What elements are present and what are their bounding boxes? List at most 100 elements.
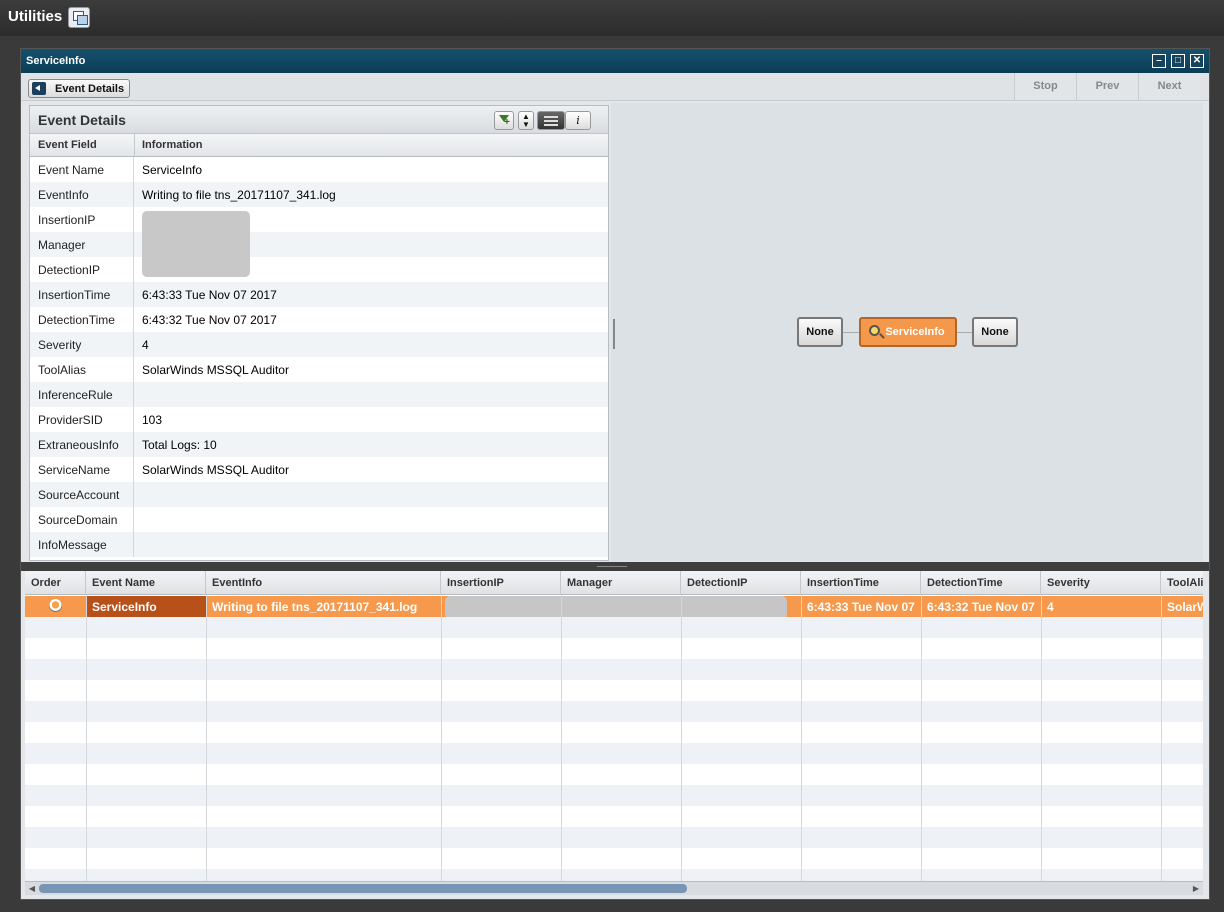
col-eventinfo[interactable]: EventInfo [206,571,441,595]
plus-icon: + [504,117,510,128]
sort-arrows-button[interactable]: ▲ ▼ [518,111,534,130]
col-event-name[interactable]: Event Name [86,571,206,595]
window-title-bar[interactable]: ServiceInfo – □ ✕ [21,49,1209,73]
utilities-windows-icon[interactable] [68,7,90,28]
cell-insertiontime: 6:43:33 Tue Nov 07 [807,600,915,614]
magnifier-icon [869,325,880,336]
field-value: Total Logs: 10 [142,438,217,452]
grid-column-line [1161,595,1162,881]
cell-event-name: ServiceInfo [86,596,206,617]
field-name: ServiceName [30,457,134,482]
stop-button[interactable]: Stop [1014,73,1076,100]
empty-row [25,785,1203,806]
graph-node-center[interactable]: ServiceInfo [859,317,957,347]
col-severity[interactable]: Severity [1041,571,1161,595]
detail-row[interactable]: Event Name ServiceInfo [30,157,608,182]
minimize-button[interactable]: – [1152,54,1166,68]
empty-row [25,806,1203,827]
field-name: ExtraneousInfo [30,432,134,457]
grid-column-line [681,595,682,881]
graph-connector [843,332,860,333]
detail-row[interactable]: InfoMessage [30,532,608,557]
col-insertiontime[interactable]: InsertionTime [801,571,921,595]
detail-row[interactable]: ProviderSID 103 [30,407,608,432]
event-details-button[interactable]: Event Details [28,79,130,98]
toolbar: Event Details Stop Prev Next [21,73,1209,101]
app-title: Utilities [8,8,63,25]
detail-row[interactable]: ExtraneousInfo Total Logs: 10 [30,432,608,457]
maximize-button[interactable]: □ [1171,54,1185,68]
empty-row [25,722,1203,743]
cell-detectiontime: 6:43:32 Tue Nov 07 [927,600,1035,614]
collapse-panel-icon [32,82,46,95]
field-value: ServiceInfo [142,163,203,177]
col-manager[interactable]: Manager [561,571,681,595]
cell-severity: 4 [1047,600,1054,614]
scroll-left-icon[interactable]: ◀ [27,884,37,894]
empty-row [25,617,1203,638]
window-title: ServiceInfo [26,55,86,67]
empty-row [25,869,1203,881]
serviceinfo-window: ServiceInfo – □ ✕ Event Details Stop Pre… [20,48,1210,900]
vertical-splitter-handle[interactable] [613,319,615,349]
col-insertionip[interactable]: InsertionIP [441,571,561,595]
horizontal-scrollbar[interactable]: ◀ ▶ [25,881,1203,895]
col-event-field[interactable]: Event Field [38,139,97,151]
field-name: InsertionTime [30,282,134,307]
scroll-right-icon[interactable]: ▶ [1191,884,1201,894]
detail-row[interactable]: InsertionTime 6:43:33 Tue Nov 07 2017 [30,282,608,307]
empty-row [25,743,1203,764]
graph-node-left[interactable]: None [797,317,843,347]
next-button[interactable]: Next [1138,73,1200,100]
grid-header: Order Event Name EventInfo InsertionIP M… [25,571,1203,595]
table-row-selected[interactable]: ServiceInfo Writing to file tns_20171107… [25,596,1203,619]
col-information[interactable]: Information [142,139,203,151]
grid-column-line [921,595,922,881]
scrollbar-thumb[interactable] [39,884,687,893]
field-name: SourceDomain [30,507,134,532]
empty-row [25,827,1203,848]
detail-row[interactable]: ServiceName SolarWinds MSSQL Auditor [30,457,608,482]
list-icon [544,116,558,126]
info-button[interactable]: i [565,111,591,130]
list-view-button[interactable] [537,111,565,130]
detail-row[interactable]: ToolAlias SolarWinds MSSQL Auditor [30,357,608,382]
graph-node-right[interactable]: None [972,317,1018,347]
column-divider [134,134,135,156]
order-marker-icon [49,599,62,612]
detail-row[interactable]: DetectionIP [30,257,608,282]
detail-row[interactable]: SourceDomain [30,507,608,532]
field-value: SolarWinds MSSQL Auditor [142,463,289,477]
detail-row[interactable]: Manager [30,232,608,257]
detail-row[interactable]: EventInfo Writing to file tns_20171107_34… [30,182,608,207]
grid-column-line [1041,595,1042,881]
field-name: DetectionIP [30,257,134,282]
col-detectiontime[interactable]: DetectionTime [921,571,1041,595]
detail-row[interactable]: InsertionIP [30,207,608,232]
redacted-ip-cells [445,596,787,619]
grid-column-line [561,595,562,881]
event-details-header: Event Details + ▲ ▼ i [30,106,608,134]
field-name: InfoMessage [30,532,134,557]
col-toolalias[interactable]: ToolAli [1161,571,1203,595]
field-value: 6:43:32 Tue Nov 07 2017 [142,313,277,327]
grid-column-line [86,595,87,881]
close-button[interactable]: ✕ [1190,54,1204,68]
cell-toolalias: SolarW [1167,600,1203,614]
col-order[interactable]: Order [25,571,86,595]
field-name: DetectionTime [30,307,134,332]
field-value: Writing to file tns_20171107_341.log [142,188,336,202]
detail-row[interactable]: Severity 4 [30,332,608,357]
empty-row [25,659,1203,680]
detail-row[interactable]: InferenceRule [30,382,608,407]
graph-node-center-label: ServiceInfo [885,326,945,338]
field-value: 6:43:33 Tue Nov 07 2017 [142,288,277,302]
horizontal-splitter[interactable] [21,562,1209,571]
empty-row [25,701,1203,722]
add-filter-button[interactable]: + [494,111,514,130]
detail-row[interactable]: SourceAccount [30,482,608,507]
prev-button[interactable]: Prev [1076,73,1138,100]
details-table-body: Event Name ServiceInfo EventInfo Writing t… [30,157,608,557]
detail-row[interactable]: DetectionTime 6:43:32 Tue Nov 07 2017 [30,307,608,332]
col-detectionip[interactable]: DetectionIP [681,571,801,595]
